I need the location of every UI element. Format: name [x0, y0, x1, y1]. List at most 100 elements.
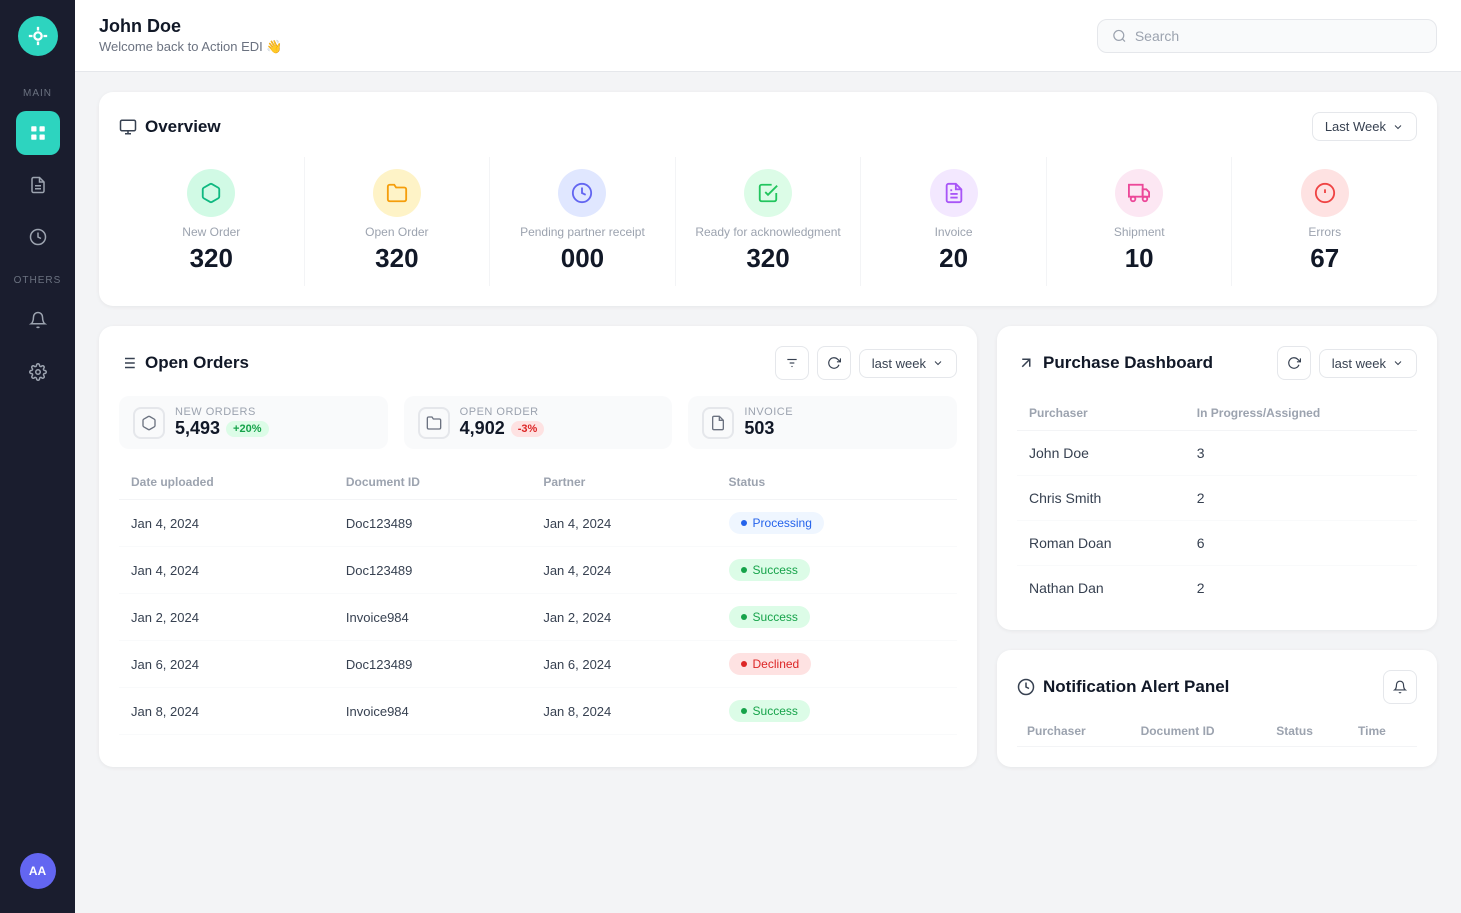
col-inprogress: In Progress/Assigned	[1185, 396, 1417, 431]
filter-button[interactable]	[775, 346, 809, 380]
sidebar-item-notifications[interactable]	[16, 298, 60, 342]
col-date: Date uploaded	[119, 465, 334, 500]
stat-value-errors: 67	[1310, 243, 1339, 274]
cell-docid: Invoice984	[334, 594, 531, 641]
stat-errors: Errors 67	[1232, 157, 1417, 286]
table-row: Jan 6, 2024 Doc123489 Jan 6, 2024 Declin…	[119, 641, 957, 688]
sidebar-item-settings[interactable]	[16, 350, 60, 394]
stat-label-invoice: Invoice	[935, 225, 973, 239]
status-badge: Success	[729, 700, 810, 722]
open-orders-title: Open Orders	[119, 353, 249, 373]
refresh-icon	[827, 356, 841, 370]
stat-ready-ack: Ready for acknowledgment 320	[676, 157, 862, 286]
header: John Doe Welcome back to Action EDI 👋	[75, 0, 1461, 72]
table-row: Chris Smith 2	[1017, 476, 1417, 521]
cell-status: Declined	[717, 641, 957, 688]
status-badge: Success	[729, 559, 810, 581]
search-input[interactable]	[1135, 28, 1422, 44]
chevron-down-icon	[1392, 121, 1404, 133]
list-icon	[119, 354, 137, 372]
open-orders-card: Open Orders last week	[99, 326, 977, 767]
cell-partner: Jan 4, 2024	[531, 500, 716, 547]
clock-icon	[1017, 678, 1035, 696]
notification-header: Notification Alert Panel	[1017, 670, 1417, 704]
stat-value-pending-partner: 000	[561, 243, 604, 274]
sidebar-item-dashboard[interactable]	[16, 111, 60, 155]
stat-label-pending-partner: Pending partner receipt	[520, 225, 645, 239]
overview-card: Overview Last Week New Order 320 Open Or…	[99, 92, 1437, 306]
metric-open-order: OPEN ORDER 4,902 -3%	[404, 396, 673, 449]
chevron-down-icon	[1392, 357, 1404, 369]
overview-stats: New Order 320 Open Order 320 Pending par…	[119, 157, 1417, 286]
stat-label-errors: Errors	[1308, 225, 1341, 239]
stat-icon-invoice	[930, 169, 978, 217]
search-bar[interactable]	[1097, 19, 1437, 53]
cell-date: Jan 2, 2024	[119, 594, 334, 641]
overview-icon	[119, 118, 137, 136]
stat-open-order: Open Order 320	[305, 157, 491, 286]
status-badge: Success	[729, 606, 810, 628]
search-icon	[1112, 28, 1127, 44]
cell-date: Jan 8, 2024	[119, 688, 334, 735]
others-section-label: OTHERS	[14, 275, 62, 286]
period-dropdown[interactable]: Last Week	[1312, 112, 1417, 141]
table-row: Jan 4, 2024 Doc123489 Jan 4, 2024 Succes…	[119, 547, 957, 594]
metric-icon	[702, 407, 734, 439]
stat-pending-partner: Pending partner receipt 000	[490, 157, 676, 286]
orders-table: Date uploaded Document ID Partner Status…	[119, 465, 957, 735]
purchase-period[interactable]: last week	[1319, 349, 1417, 378]
stat-label-shipment: Shipment	[1114, 225, 1165, 239]
refresh-button[interactable]	[817, 346, 851, 380]
cell-count: 2	[1185, 566, 1417, 611]
cell-docid: Invoice984	[334, 688, 531, 735]
status-dot	[741, 614, 747, 620]
notification-panel-card: Notification Alert Panel Purchaser Docum…	[997, 650, 1437, 767]
notification-bell-button[interactable]	[1383, 670, 1417, 704]
cell-docid: Doc123489	[334, 641, 531, 688]
cell-partner: Jan 2, 2024	[531, 594, 716, 641]
metric-label: NEW ORDERS	[175, 406, 269, 418]
purchase-refresh-button[interactable]	[1277, 346, 1311, 380]
stat-value-invoice: 20	[939, 243, 968, 274]
bell-icon	[1393, 680, 1407, 694]
open-orders-period[interactable]: last week	[859, 349, 957, 378]
cell-docid: Doc123489	[334, 500, 531, 547]
cell-count: 6	[1185, 521, 1417, 566]
table-row: John Doe 3	[1017, 431, 1417, 476]
metric-badge: -3%	[511, 421, 545, 437]
filter-icon	[785, 356, 799, 370]
two-col-layout: Open Orders last week	[99, 326, 1437, 767]
col-notif-time: Time	[1348, 716, 1417, 747]
metric-label: OPEN ORDER	[460, 406, 545, 418]
table-row: Jan 2, 2024 Invoice984 Jan 2, 2024 Succe…	[119, 594, 957, 641]
stat-icon-open-order	[373, 169, 421, 217]
status-badge: Declined	[729, 653, 812, 675]
col-docid: Document ID	[334, 465, 531, 500]
cell-status: Success	[717, 547, 957, 594]
user-name: John Doe	[99, 16, 283, 37]
open-orders-header: Open Orders last week	[119, 346, 957, 380]
sidebar-item-activity[interactable]	[16, 215, 60, 259]
col-purchaser: Purchaser	[1017, 396, 1185, 431]
app-logo[interactable]	[18, 16, 58, 56]
purchase-table: Purchaser In Progress/Assigned John Doe …	[1017, 396, 1417, 610]
notification-table: Purchaser Document ID Status Time	[1017, 716, 1417, 747]
sidebar-item-documents[interactable]	[16, 163, 60, 207]
cell-count: 2	[1185, 476, 1417, 521]
stat-shipment: Shipment 10	[1047, 157, 1233, 286]
metric-label: INVOICE	[744, 406, 793, 418]
overview-title: Overview	[119, 117, 221, 137]
stat-value-open-order: 320	[375, 243, 418, 274]
cell-purchaser: Nathan Dan	[1017, 566, 1185, 611]
stat-new-order: New Order 320	[119, 157, 305, 286]
right-column: Purchase Dashboard last week	[997, 326, 1437, 767]
col-partner: Partner	[531, 465, 716, 500]
overview-header: Overview Last Week	[119, 112, 1417, 141]
cell-status: Success	[717, 594, 957, 641]
sidebar: MAIN OTHERS AA	[0, 0, 75, 913]
page-body: Overview Last Week New Order 320 Open Or…	[75, 72, 1461, 913]
metric-invoice: INVOICE 503	[688, 396, 957, 449]
notification-title: Notification Alert Panel	[1017, 677, 1229, 697]
avatar[interactable]: AA	[20, 853, 56, 889]
stat-value-ready-ack: 320	[746, 243, 789, 274]
